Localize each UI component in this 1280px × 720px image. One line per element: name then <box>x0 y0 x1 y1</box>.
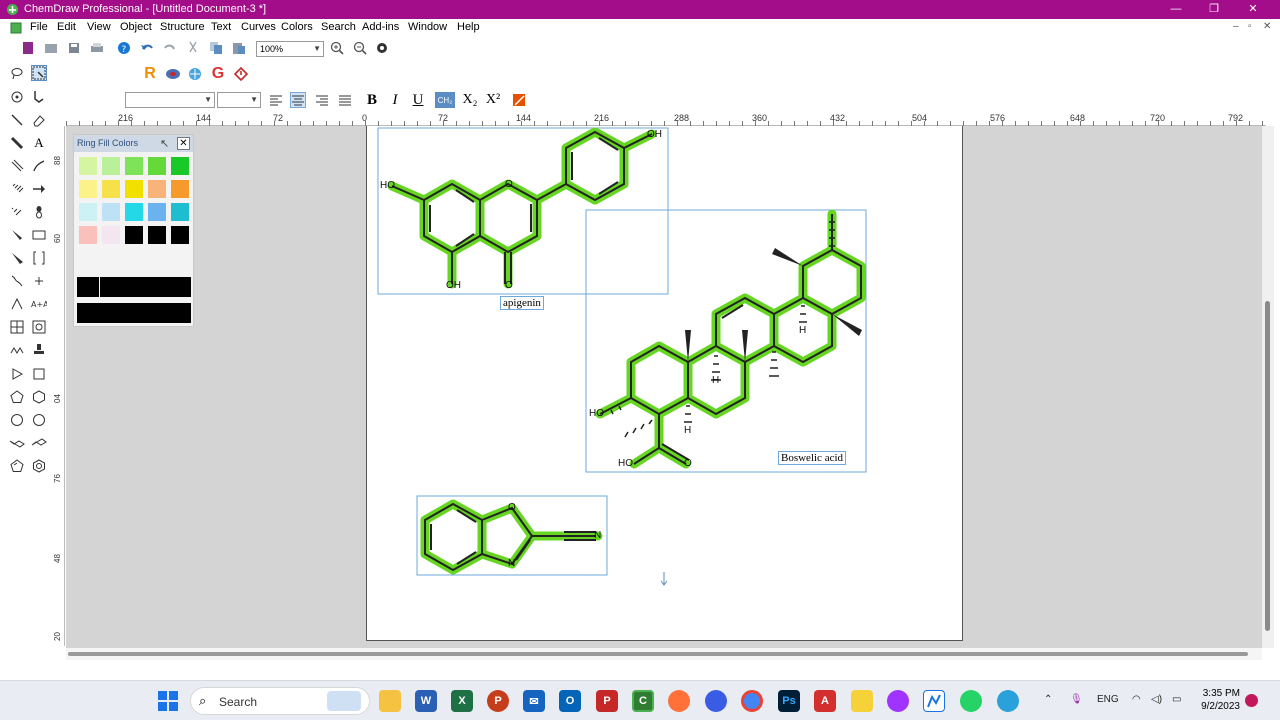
apigenin-structure <box>387 127 657 289</box>
tray-overflow-icon[interactable]: ⌃ <box>1044 694 1052 705</box>
horizontal-scrollbar-thumb[interactable] <box>68 652 1248 656</box>
color-swatch[interactable] <box>102 226 120 244</box>
color-swatch[interactable] <box>79 157 97 175</box>
atom-label-ho: HO <box>618 458 633 469</box>
atom-label-ho: HO <box>380 180 395 191</box>
search-icon: ⌕ <box>199 693 207 708</box>
file-explorer-icon[interactable] <box>379 690 401 712</box>
color-swatch[interactable] <box>79 203 97 221</box>
atom-label-n: N <box>594 530 602 541</box>
windows-taskbar: ⌕ Search W X P ✉ O P C Ps A ⌃ 🎙 ENG ◠ ◁)… <box>0 680 1280 720</box>
chemdraw-taskbar-icon[interactable]: C <box>632 690 654 712</box>
color-swatch[interactable] <box>102 180 120 198</box>
color-swatch[interactable] <box>125 180 143 198</box>
color-swatch[interactable] <box>125 157 143 175</box>
boswellic-acid-structure <box>595 209 866 469</box>
wifi-icon[interactable]: ◠ <box>1132 694 1141 705</box>
boswellic-acid-label[interactable]: Boswelic acid <box>778 451 847 465</box>
atom-label-h: H <box>684 425 692 436</box>
molecules-canvas <box>377 127 867 586</box>
volume-icon[interactable]: ◁) <box>1151 694 1162 705</box>
color-swatch[interactable] <box>102 157 120 175</box>
insertion-cursor <box>660 572 668 586</box>
color-swatch[interactable] <box>125 226 143 244</box>
photoshop-icon[interactable]: Ps <box>778 690 800 712</box>
atom-label-oh: OH <box>647 129 662 140</box>
color-swatch[interactable] <box>148 203 166 221</box>
search-placeholder: Search <box>219 695 258 709</box>
panel-close-button[interactable]: ✕ <box>177 137 190 150</box>
battery-icon[interactable]: ▭ <box>1172 694 1181 705</box>
excel-icon[interactable]: X <box>451 690 473 712</box>
atom-label-ho: HO <box>589 408 604 419</box>
pdf-reader-icon[interactable]: P <box>596 690 618 712</box>
atom-label-o: O <box>505 280 513 291</box>
color-swatch[interactable] <box>171 203 189 221</box>
atom-label-h: H <box>799 325 807 336</box>
vertical-scrollbar[interactable] <box>1262 126 1274 648</box>
color-swatch[interactable] <box>148 180 166 198</box>
color-swatch[interactable] <box>148 226 166 244</box>
color-swatch[interactable] <box>171 226 189 244</box>
powerpoint-icon[interactable]: P <box>487 690 509 712</box>
atom-label-n: N <box>508 558 516 569</box>
sticky-notes-icon[interactable] <box>851 690 873 712</box>
ring-fill-colors-panel: Ring Fill Colors ↖ ✕ <box>73 134 194 327</box>
taskbar-search-box[interactable]: ⌕ Search <box>190 687 370 715</box>
color-swatch[interactable] <box>171 157 189 175</box>
zoom-app-icon[interactable] <box>705 690 727 712</box>
telegram-icon[interactable] <box>997 690 1019 712</box>
clock-date: 9/2/2023 <box>1201 701 1240 712</box>
apigenin-label[interactable]: apigenin <box>500 296 544 310</box>
atom-label-o: O <box>508 502 516 513</box>
word-icon[interactable]: W <box>415 690 437 712</box>
mail-icon[interactable]: ✉ <box>523 690 545 712</box>
vertical-scrollbar-thumb[interactable] <box>1265 301 1270 631</box>
atom-label-o: O <box>505 179 513 190</box>
atom-label-h: H <box>712 375 720 386</box>
acrobat-icon[interactable]: A <box>814 690 836 712</box>
firefox-icon[interactable] <box>668 690 690 712</box>
color-swatch[interactable] <box>171 180 189 198</box>
outlook-icon[interactable]: O <box>559 690 581 712</box>
color-swatch-wide[interactable] <box>100 277 191 297</box>
notification-icon[interactable] <box>1245 694 1258 707</box>
start-button-icon[interactable] <box>157 690 179 712</box>
horizontal-scrollbar[interactable] <box>66 648 1262 660</box>
chart-app-icon[interactable] <box>923 690 945 712</box>
color-swatch[interactable] <box>102 203 120 221</box>
color-swatch[interactable] <box>79 180 97 198</box>
atom-label-o: O <box>684 458 692 469</box>
color-swatch[interactable] <box>148 157 166 175</box>
clock-time: 3:35 PM <box>1202 688 1240 699</box>
color-swatch[interactable] <box>79 226 97 244</box>
color-swatch-full[interactable] <box>77 303 191 323</box>
search-highlight-icon <box>327 691 361 711</box>
microphone-icon[interactable]: 🎙 <box>1070 694 1083 705</box>
language-indicator[interactable]: ENG <box>1097 694 1119 705</box>
color-swatch[interactable] <box>77 277 99 297</box>
pointer-cursor-icon: ↖ <box>160 138 170 150</box>
panel-title: Ring Fill Colors <box>77 138 139 148</box>
color-swatch[interactable] <box>125 203 143 221</box>
whatsapp-icon[interactable] <box>960 690 982 712</box>
swatch-grid <box>76 155 194 325</box>
taskbar-clock[interactable]: 3:35 PM 9/2/2023 <box>1196 687 1240 713</box>
messenger-icon[interactable] <box>887 690 909 712</box>
chrome-icon[interactable] <box>741 690 763 712</box>
atom-label-oh: OH <box>446 280 461 291</box>
